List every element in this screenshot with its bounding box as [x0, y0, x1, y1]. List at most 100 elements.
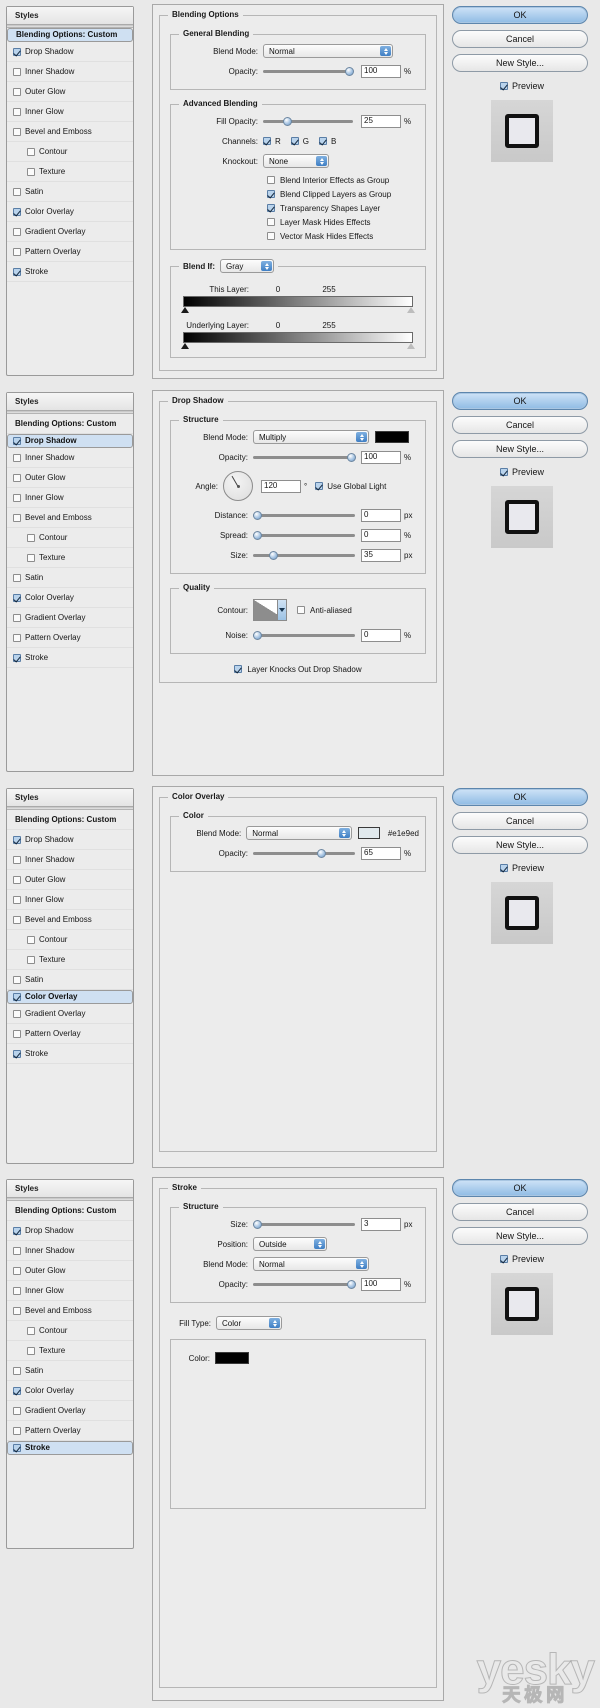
sidebar-item-gradient-overlay[interactable]: Gradient Overlay — [7, 222, 133, 242]
bevel-and-emboss-checkbox[interactable] — [13, 127, 21, 136]
opacity-input[interactable]: 100 — [361, 450, 401, 464]
inner-glow-checkbox[interactable] — [13, 493, 21, 502]
layer-knocks-out-checkbox[interactable] — [234, 665, 243, 673]
color-overlay-checkbox[interactable] — [13, 1386, 21, 1395]
position-select[interactable]: Outside — [253, 1237, 327, 1251]
slider-knob[interactable] — [253, 511, 262, 520]
blend-clipped-layers-row[interactable]: Blend Clipped Layers as Group — [267, 187, 419, 201]
sidebar-item-stroke[interactable]: Stroke — [7, 1441, 133, 1455]
chevron-updown-icon[interactable] — [261, 261, 272, 271]
color-overlay-checkbox[interactable] — [13, 593, 21, 602]
bevel-and-emboss-checkbox[interactable] — [13, 915, 21, 924]
pattern-overlay-checkbox[interactable] — [13, 247, 21, 256]
inner-glow-checkbox[interactable] — [13, 1286, 21, 1295]
angle-dial[interactable] — [223, 471, 253, 501]
sidebar-item-contour[interactable]: Contour — [7, 930, 133, 950]
new-style-button[interactable]: New Style... — [452, 440, 588, 458]
sidebar-item-inner-glow[interactable]: Inner Glow — [7, 488, 133, 508]
channel-r-checkbox[interactable] — [263, 137, 271, 145]
pattern-overlay-checkbox[interactable] — [13, 1029, 21, 1038]
sidebar-item-gradient-overlay[interactable]: Gradient Overlay — [7, 1004, 133, 1024]
sidebar-item-bevel-and-emboss[interactable]: Bevel and Emboss — [7, 508, 133, 528]
cancel-button[interactable]: Cancel — [452, 812, 588, 830]
slider-knob[interactable] — [253, 1220, 262, 1229]
sidebar-item-outer-glow[interactable]: Outer Glow — [7, 870, 133, 890]
blend-if-channel-select[interactable]: Gray — [220, 259, 274, 273]
inner-shadow-checkbox[interactable] — [13, 855, 21, 864]
outer-glow-checkbox[interactable] — [13, 1266, 21, 1275]
satin-checkbox[interactable] — [13, 975, 21, 984]
sidebar-item-pattern-overlay[interactable]: Pattern Overlay — [7, 1024, 133, 1044]
texture-checkbox[interactable] — [27, 167, 35, 176]
use-global-light-checkbox[interactable] — [315, 482, 324, 490]
sidebar-item-blending-options[interactable]: Blending Options: Custom — [7, 28, 133, 42]
sidebar-item-pattern-overlay[interactable]: Pattern Overlay — [7, 242, 133, 262]
contour-checkbox[interactable] — [27, 935, 35, 944]
preview-checkbox[interactable] — [499, 864, 508, 872]
inner-shadow-checkbox[interactable] — [13, 1246, 21, 1255]
opacity-input[interactable]: 100 — [361, 1277, 401, 1291]
texture-checkbox[interactable] — [27, 955, 35, 964]
sidebar-item-outer-glow[interactable]: Outer Glow — [7, 1261, 133, 1281]
this-layer-max[interactable]: 255 — [301, 285, 357, 294]
channel-b-checkbox[interactable] — [319, 137, 328, 145]
chevron-updown-icon[interactable] — [338, 828, 350, 838]
drop-shadow-checkbox[interactable] — [13, 1226, 21, 1235]
contour-checkbox[interactable] — [27, 533, 35, 542]
blend-interior-effects-checkbox[interactable] — [267, 176, 275, 184]
distance-input[interactable]: 0 — [361, 508, 401, 522]
spread-slider[interactable] — [253, 529, 355, 541]
preview-row[interactable]: Preview — [452, 78, 592, 94]
sidebar-item-gradient-overlay[interactable]: Gradient Overlay — [7, 1401, 133, 1421]
slider-knob[interactable] — [347, 1280, 356, 1289]
ok-button[interactable]: OK — [452, 1179, 588, 1197]
bevel-and-emboss-checkbox[interactable] — [13, 513, 21, 522]
inner-glow-checkbox[interactable] — [13, 895, 21, 904]
sidebar-item-contour[interactable]: Contour — [7, 528, 133, 548]
layer-mask-hides-effects-row[interactable]: Layer Mask Hides Effects — [267, 215, 419, 229]
contour-preset-thumbnail[interactable] — [253, 599, 287, 621]
size-slider[interactable] — [253, 1218, 355, 1230]
fill-type-select[interactable]: Color — [216, 1316, 282, 1330]
sidebar-item-bevel-and-emboss[interactable]: Bevel and Emboss — [7, 122, 133, 142]
sidebar-item-color-overlay[interactable]: Color Overlay — [7, 1381, 133, 1401]
layer-mask-hides-effects-checkbox[interactable] — [267, 218, 275, 226]
drop-shadow-checkbox[interactable] — [13, 47, 21, 56]
this-layer-min[interactable]: 0 — [255, 285, 301, 294]
inner-shadow-checkbox[interactable] — [13, 67, 21, 76]
stroke-checkbox[interactable] — [13, 1049, 21, 1058]
bevel-and-emboss-checkbox[interactable] — [13, 1306, 21, 1315]
opacity-input[interactable]: 65 — [361, 846, 401, 860]
satin-checkbox[interactable] — [13, 573, 21, 582]
slider-knob[interactable] — [317, 849, 326, 858]
opacity-slider[interactable] — [263, 65, 354, 77]
chevron-updown-icon[interactable] — [356, 1259, 367, 1269]
preview-checkbox[interactable] — [499, 468, 508, 476]
fill-opacity-input[interactable]: 25 — [361, 114, 401, 128]
sidebar-item-satin[interactable]: Satin — [7, 1361, 133, 1381]
transparency-shapes-layer-row[interactable]: Transparency Shapes Layer — [267, 201, 419, 215]
outer-glow-checkbox[interactable] — [13, 473, 21, 482]
sidebar-item-outer-glow[interactable]: Outer Glow — [7, 468, 133, 488]
blend-mode-select[interactable]: Normal — [253, 1257, 369, 1271]
drop-shadow-checkbox[interactable] — [13, 437, 21, 445]
sidebar-item-color-overlay[interactable]: Color Overlay — [7, 990, 133, 1004]
sidebar-item-contour[interactable]: Contour — [7, 142, 133, 162]
size-input[interactable]: 3 — [361, 1217, 401, 1231]
blend-mode-select[interactable]: Normal — [263, 44, 393, 58]
stroke-checkbox[interactable] — [13, 1444, 21, 1452]
ok-button[interactable]: OK — [452, 788, 588, 806]
preview-checkbox[interactable] — [499, 1255, 508, 1263]
sidebar-item-blending-options[interactable]: Blending Options: Custom — [7, 810, 133, 830]
underlying-layer-min[interactable]: 0 — [255, 321, 301, 330]
sidebar-item-pattern-overlay[interactable]: Pattern Overlay — [7, 628, 133, 648]
vector-mask-hides-effects-checkbox[interactable] — [267, 232, 275, 240]
fill-opacity-slider[interactable] — [263, 115, 353, 127]
sidebar-item-satin[interactable]: Satin — [7, 182, 133, 202]
stroke-checkbox[interactable] — [13, 653, 21, 662]
texture-checkbox[interactable] — [27, 1346, 35, 1355]
sidebar-item-outer-glow[interactable]: Outer Glow — [7, 82, 133, 102]
slider-knob[interactable] — [283, 117, 292, 126]
sidebar-item-color-overlay[interactable]: Color Overlay — [7, 202, 133, 222]
chevron-updown-icon[interactable] — [314, 1239, 325, 1249]
